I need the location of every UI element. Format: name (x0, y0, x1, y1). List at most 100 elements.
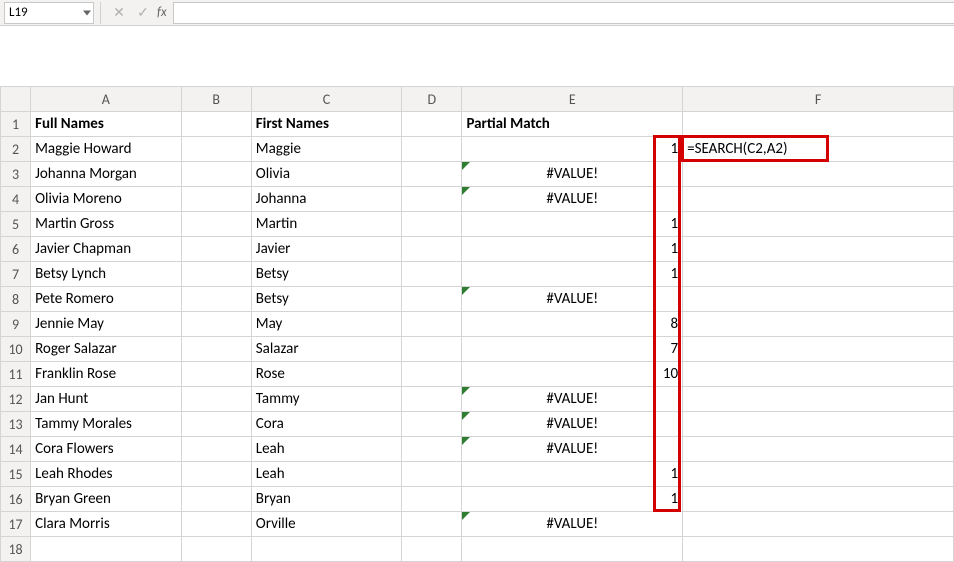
cell[interactable] (402, 387, 462, 412)
cell[interactable]: Roger Salazar (31, 337, 181, 362)
cell[interactable]: Javier (251, 237, 401, 262)
cell[interactable] (402, 137, 462, 162)
row-header[interactable]: 14 (1, 437, 31, 462)
cell[interactable]: Jennie May (31, 312, 181, 337)
cell[interactable]: #VALUE! (462, 387, 683, 412)
cell[interactable] (683, 262, 954, 287)
row-header[interactable]: 13 (1, 412, 31, 437)
row-header[interactable]: 12 (1, 387, 31, 412)
cell[interactable] (181, 462, 251, 487)
row-header[interactable]: 10 (1, 337, 31, 362)
cell[interactable] (181, 537, 251, 562)
cell[interactable]: #VALUE! (462, 162, 683, 187)
name-box-dropdown-icon[interactable] (83, 10, 91, 15)
cell[interactable]: Betsy (251, 262, 401, 287)
cell[interactable]: Tammy (251, 387, 401, 412)
cell[interactable]: Leah (251, 462, 401, 487)
cell[interactable]: Tammy Morales (31, 412, 181, 437)
cell[interactable] (181, 187, 251, 212)
cell[interactable] (683, 312, 954, 337)
cell[interactable] (181, 337, 251, 362)
row-header[interactable]: 3 (1, 162, 31, 187)
cell[interactable] (402, 187, 462, 212)
cell[interactable] (402, 237, 462, 262)
cell[interactable] (181, 112, 251, 137)
cell[interactable]: Maggie (251, 137, 401, 162)
cell[interactable]: Martin Gross (31, 212, 181, 237)
cell[interactable]: 1 (462, 237, 683, 262)
cell[interactable] (683, 387, 954, 412)
row-header[interactable]: 17 (1, 512, 31, 537)
select-all-corner[interactable] (1, 87, 31, 112)
cell[interactable] (402, 537, 462, 562)
cell[interactable] (683, 462, 954, 487)
cell[interactable]: Olivia Moreno (31, 187, 181, 212)
cell[interactable]: Pete Romero (31, 287, 181, 312)
row-header[interactable]: 18 (1, 537, 31, 562)
cell[interactable] (683, 412, 954, 437)
row-header[interactable]: 15 (1, 462, 31, 487)
cell[interactable] (31, 537, 181, 562)
cell[interactable]: 1 (462, 462, 683, 487)
cell[interactable]: 1 (462, 137, 683, 162)
cell[interactable] (683, 437, 954, 462)
cell[interactable] (181, 512, 251, 537)
cell[interactable] (181, 137, 251, 162)
cell[interactable]: Franklin Rose (31, 362, 181, 387)
cell[interactable]: #VALUE! (462, 187, 683, 212)
cell[interactable] (181, 387, 251, 412)
cell[interactable] (402, 287, 462, 312)
cell[interactable] (402, 462, 462, 487)
cell[interactable] (402, 487, 462, 512)
cell[interactable]: 1 (462, 487, 683, 512)
cell[interactable]: Salazar (251, 337, 401, 362)
col-header-f[interactable]: F (683, 87, 954, 112)
cell[interactable] (683, 237, 954, 262)
row-header[interactable]: 9 (1, 312, 31, 337)
cell[interactable]: Cora Flowers (31, 437, 181, 462)
cell[interactable] (181, 262, 251, 287)
cell[interactable] (181, 212, 251, 237)
cell[interactable]: Maggie Howard (31, 137, 181, 162)
row-header[interactable]: 4 (1, 187, 31, 212)
cell[interactable] (683, 287, 954, 312)
cell[interactable]: Betsy Lynch (31, 262, 181, 287)
cell[interactable] (402, 362, 462, 387)
cell[interactable] (683, 487, 954, 512)
cell[interactable] (181, 287, 251, 312)
spreadsheet-grid[interactable]: A B C D E F 1Full NamesFirst NamesPartia… (0, 86, 954, 562)
cell[interactable]: #VALUE! (462, 412, 683, 437)
cell[interactable]: 10 (462, 362, 683, 387)
cell[interactable] (181, 487, 251, 512)
cell[interactable] (251, 537, 401, 562)
cell[interactable] (683, 337, 954, 362)
row-header[interactable]: 16 (1, 487, 31, 512)
cell[interactable]: Betsy (251, 287, 401, 312)
cell[interactable] (402, 262, 462, 287)
cell[interactable] (181, 362, 251, 387)
cell[interactable] (402, 312, 462, 337)
cell[interactable]: #VALUE! (462, 437, 683, 462)
formula-input[interactable] (173, 2, 954, 24)
cell[interactable] (181, 437, 251, 462)
cell[interactable] (181, 312, 251, 337)
cell[interactable] (683, 362, 954, 387)
cell[interactable] (402, 337, 462, 362)
cell[interactable] (462, 537, 683, 562)
cell[interactable]: Full Names (31, 112, 181, 137)
cell[interactable] (402, 162, 462, 187)
cell[interactable]: Bryan (251, 487, 401, 512)
cell[interactable] (683, 187, 954, 212)
cell[interactable]: Leah Rhodes (31, 462, 181, 487)
cell[interactable]: #VALUE! (462, 287, 683, 312)
col-header-b[interactable]: B (181, 87, 251, 112)
cell[interactable] (402, 212, 462, 237)
cell[interactable] (181, 412, 251, 437)
cell[interactable] (181, 162, 251, 187)
row-header[interactable]: 7 (1, 262, 31, 287)
cell[interactable]: Clara Morris (31, 512, 181, 537)
cell[interactable]: 1 (462, 262, 683, 287)
cell[interactable]: Partial Match (462, 112, 683, 137)
cell[interactable]: Johanna Morgan (31, 162, 181, 187)
cell[interactable]: Johanna (251, 187, 401, 212)
